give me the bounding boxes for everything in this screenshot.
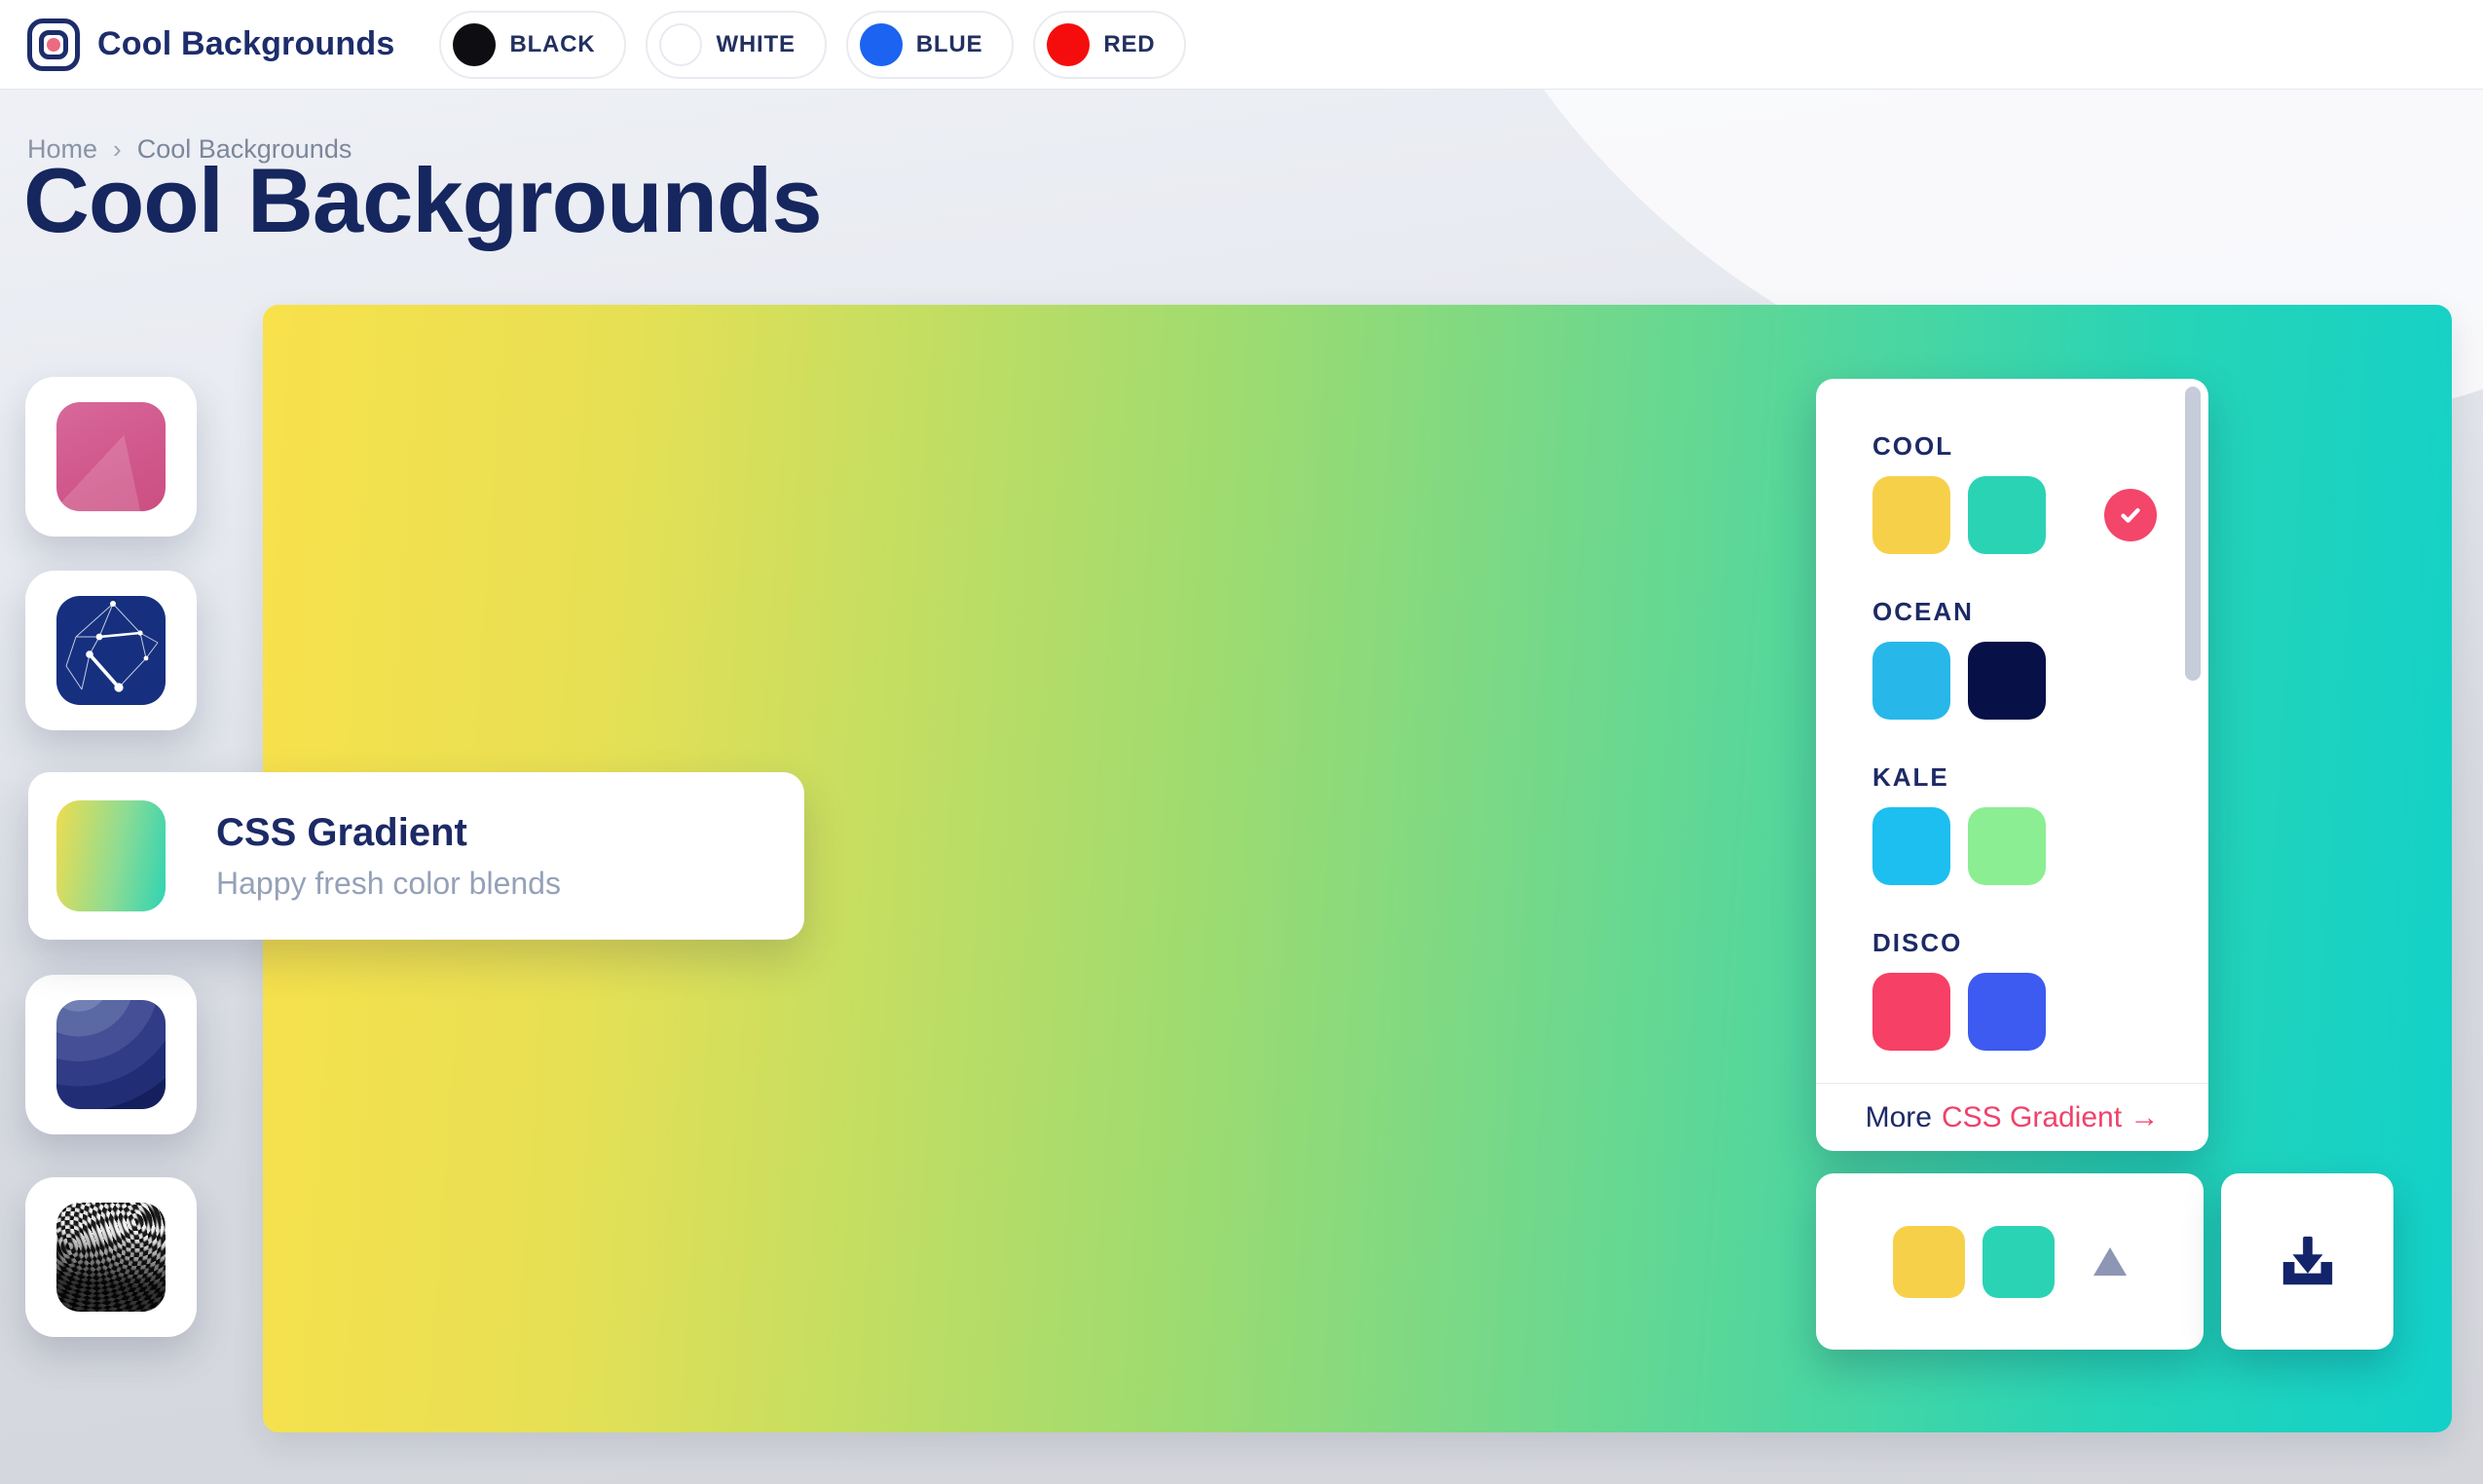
cool-backgrounds-page: Cool Backgrounds BLACK WHITE BLUE RED Ho… — [0, 0, 2483, 1484]
blue-swatch-icon — [860, 23, 903, 66]
disco-swatch-1[interactable] — [1872, 973, 1950, 1051]
current-gradient-toggle[interactable] — [1816, 1173, 2204, 1350]
current-color-swatch-2 — [1983, 1226, 2055, 1298]
sidebar-item-particles[interactable] — [25, 571, 197, 730]
topography-thumbnail-image — [56, 1000, 166, 1109]
filter-red-button[interactable]: RED — [1033, 11, 1186, 79]
disco-swatch-2[interactable] — [1968, 973, 2046, 1051]
triangle-up-icon — [2094, 1247, 2127, 1276]
header-bar: Cool Backgrounds BLACK WHITE BLUE RED — [0, 0, 2483, 90]
app-logo-icon[interactable] — [27, 19, 80, 71]
trianglify-thumbnail-image — [56, 402, 166, 511]
logo-inner-square — [39, 30, 68, 59]
filter-black-button[interactable]: BLACK — [439, 11, 626, 79]
current-color-swatch-1 — [1893, 1226, 1965, 1298]
filter-white-button[interactable]: WHITE — [646, 11, 826, 79]
filter-blue-button[interactable]: BLUE — [846, 11, 1015, 79]
kale-swatch-1[interactable] — [1872, 807, 1950, 885]
particles-thumbnail-image — [56, 596, 166, 705]
css-gradient-text: CSS Gradient Happy fresh color blends — [216, 811, 561, 902]
css-gradient-title: CSS Gradient — [216, 811, 561, 854]
kale-swatch-2[interactable] — [1968, 807, 2046, 885]
preset-ocean[interactable]: OCEAN — [1872, 597, 2208, 720]
sidebar-item-css-gradient[interactable]: CSS Gradient Happy fresh color blends — [28, 772, 804, 940]
check-icon — [2104, 489, 2157, 541]
css-gradient-thumbnail-image — [56, 800, 166, 911]
panel-scrollbar[interactable] — [2185, 387, 2201, 681]
brand-title: Cool Backgrounds — [97, 25, 394, 63]
page-title: Cool Backgrounds — [23, 148, 822, 253]
download-icon — [2278, 1232, 2338, 1292]
logo-dot — [47, 38, 60, 52]
presets-scroll-area: COOL OCEAN — [1816, 379, 2208, 1084]
preset-disco[interactable]: DISCO — [1872, 928, 2208, 1051]
red-swatch-icon — [1047, 23, 1090, 66]
cool-swatch-1[interactable] — [1872, 476, 1950, 554]
more-css-gradient-link[interactable]: More CSS Gradient → — [1816, 1083, 2208, 1151]
ripples-thumbnail-image — [56, 1203, 166, 1312]
gradient-presets-panel: COOL OCEAN — [1816, 379, 2208, 1151]
ocean-swatch-1[interactable] — [1872, 642, 1950, 720]
download-button[interactable] — [2221, 1173, 2393, 1350]
preset-cool[interactable]: COOL — [1872, 431, 2208, 554]
css-gradient-subtitle: Happy fresh color blends — [216, 866, 561, 902]
cool-swatch-2[interactable] — [1968, 476, 2046, 554]
white-swatch-icon — [659, 23, 702, 66]
ocean-swatch-2[interactable] — [1968, 642, 2046, 720]
sidebar-item-ripples[interactable] — [25, 1177, 197, 1337]
color-filter-group: BLACK WHITE BLUE RED — [439, 11, 1186, 79]
sidebar-item-trianglify[interactable] — [25, 377, 197, 537]
preset-kale[interactable]: KALE — [1872, 762, 2208, 885]
black-swatch-icon — [453, 23, 496, 66]
sidebar-item-gradient-topography[interactable] — [25, 975, 197, 1134]
